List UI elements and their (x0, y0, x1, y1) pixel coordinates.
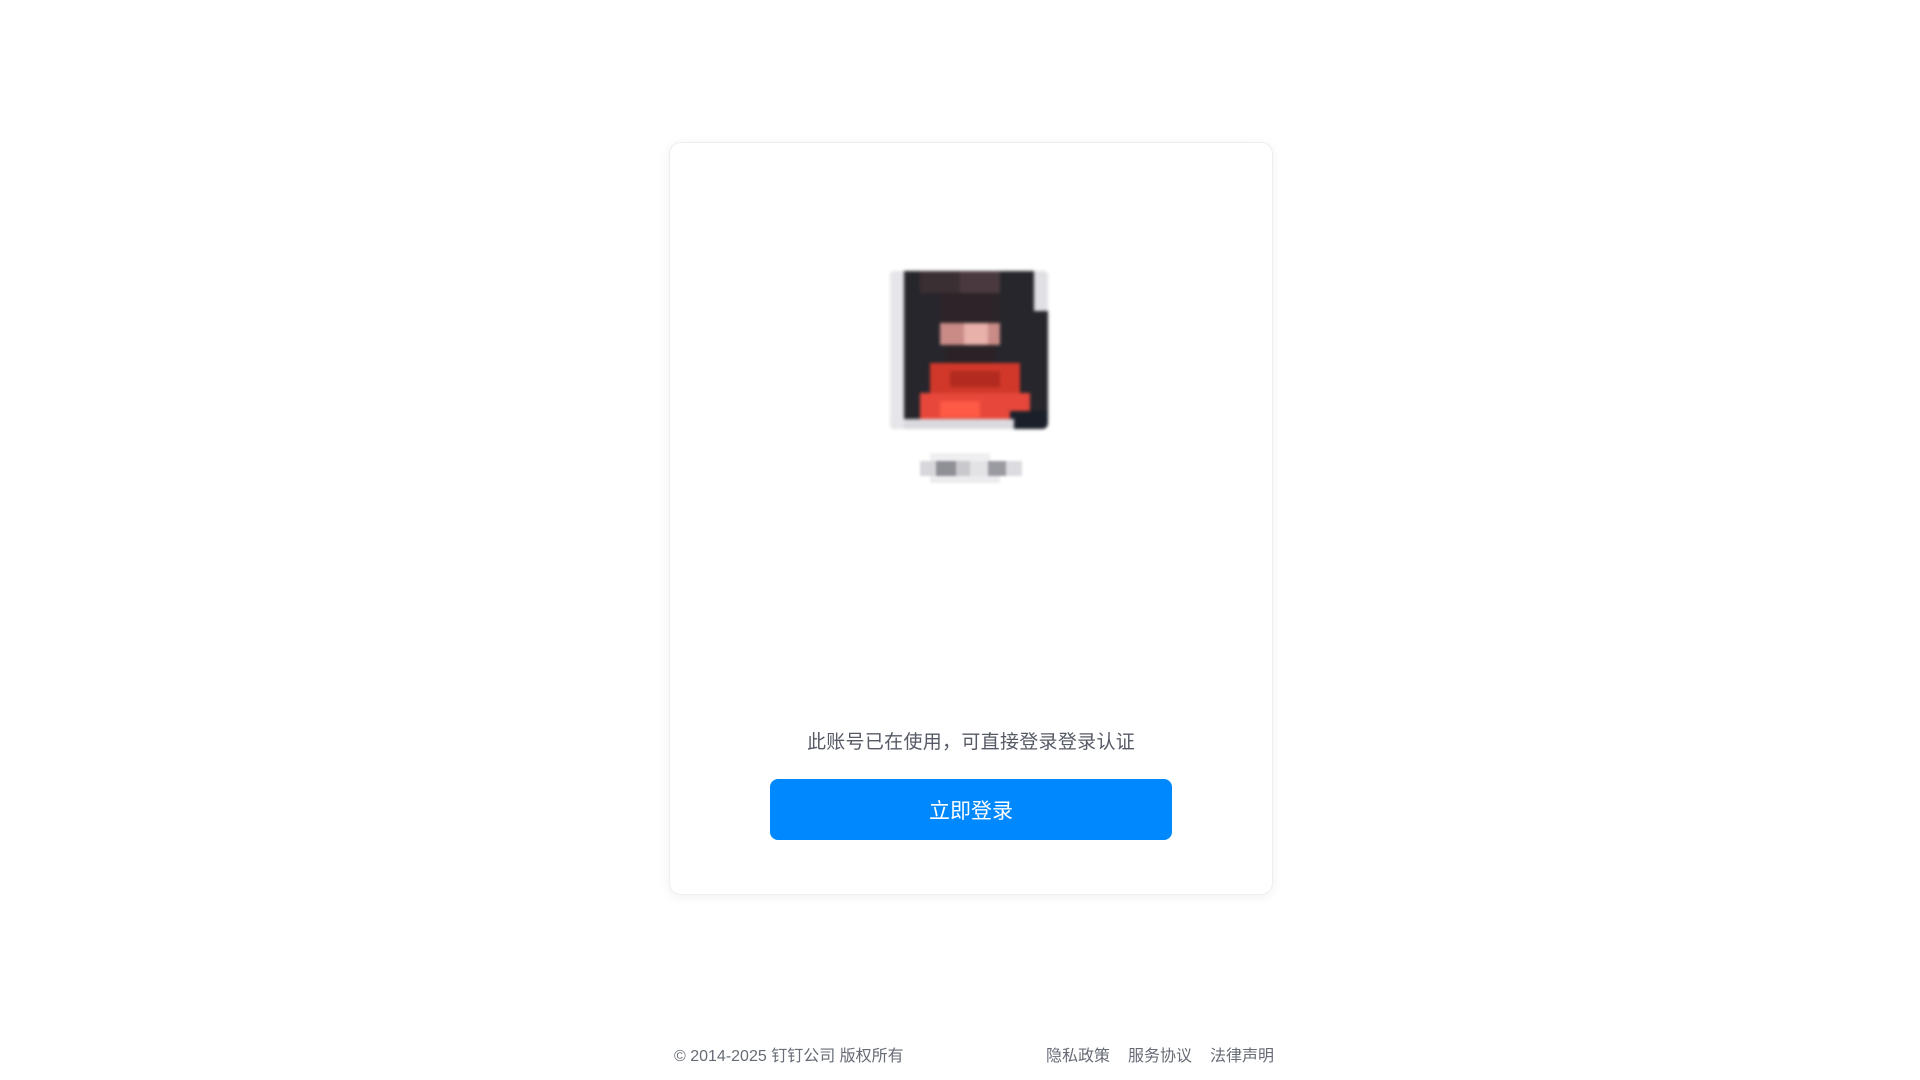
privacy-policy-link[interactable]: 隐私政策 (1046, 1042, 1110, 1066)
avatar (890, 271, 1048, 429)
login-page: 此账号已在使用，可直接登录登录认证 立即登录 © 2014-2025 钉钉公司 … (0, 0, 1920, 1080)
service-agreement-link[interactable]: 服务协议 (1128, 1042, 1192, 1066)
login-button[interactable]: 立即登录 (770, 779, 1172, 840)
copyright-text: © 2014-2025 钉钉公司 版权所有 (674, 1048, 904, 1065)
account-card: 此账号已在使用，可直接登录登录认证 立即登录 (669, 142, 1273, 895)
account-in-use-hint: 此账号已在使用，可直接登录登录认证 (806, 732, 1136, 753)
username-placeholder (920, 453, 1022, 483)
legal-notice-link[interactable]: 法律声明 (1210, 1042, 1274, 1066)
footer-links: 隐私政策 服务协议 法律声明 (1046, 1042, 1274, 1066)
